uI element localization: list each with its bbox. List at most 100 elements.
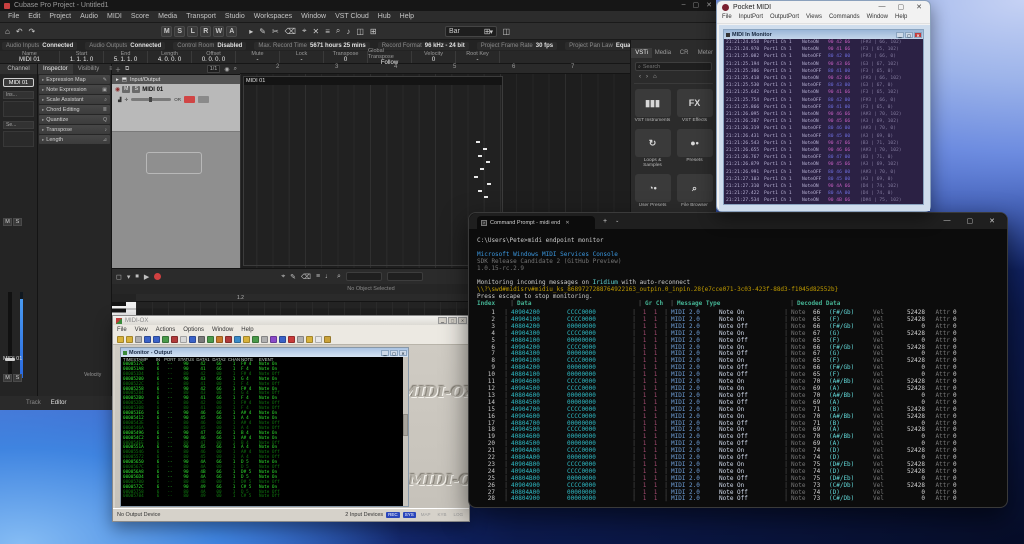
midiox-menu-item[interactable]: File — [117, 327, 127, 333]
toolbar-icon[interactable] — [189, 336, 196, 343]
media-tile[interactable]: ▮▮▮ VST Instruments — [635, 89, 671, 123]
toolbar-icon[interactable]: ⌂ — [5, 27, 10, 36]
tab-vsti[interactable]: VSTi — [631, 48, 652, 58]
length-select[interactable] — [387, 272, 423, 281]
tracklist-empty-area[interactable] — [112, 132, 240, 268]
window-control-icon[interactable]: – — [682, 1, 686, 9]
toolbar-icon[interactable] — [216, 336, 223, 343]
close-icon[interactable]: ✕ — [914, 32, 922, 38]
tab-media[interactable]: Media — [652, 48, 673, 58]
sends-slot[interactable]: Se... — [3, 121, 34, 129]
info-cell[interactable]: NameMIDI 01 — [0, 51, 60, 63]
tracklist-tool-icon[interactable]: ◉ — [224, 66, 229, 73]
info-cell[interactable]: Length4. 0. 0. 0 — [148, 51, 192, 63]
cubase-menu-item[interactable]: MIDI — [107, 13, 122, 20]
toolbar-icon[interactable] — [261, 336, 268, 343]
midiox-menu-item[interactable]: Options — [183, 327, 204, 333]
folder-track[interactable]: ▸⬒ Input/Output — [112, 75, 240, 84]
status-badge[interactable]: REC — [386, 512, 400, 518]
window-control-icon[interactable]: ✕ — [706, 1, 712, 9]
editor-tool-icon[interactable]: ▶ — [144, 273, 149, 281]
track-drop-zone[interactable] — [146, 152, 202, 174]
cubase-menu-item[interactable]: VST Cloud — [335, 13, 369, 20]
inspector-section[interactable]: ▸ Expression Map ✎ — [39, 75, 110, 84]
close-tab-icon[interactable]: ✕ — [565, 220, 569, 226]
media-tile[interactable]: ⌕ File Browser — [677, 174, 713, 208]
inserts-box[interactable] — [3, 101, 34, 117]
window-control-icon[interactable]: ▁ — [896, 32, 904, 38]
window-control-icon[interactable]: ▢ — [898, 3, 905, 11]
tool-icon[interactable]: ⌖ — [302, 26, 307, 36]
tool-icon[interactable]: ⊞ — [370, 27, 377, 36]
track-solo-button[interactable]: S — [132, 86, 140, 93]
solo-button[interactable]: S — [13, 374, 22, 382]
cubase-menu-item[interactable]: Score — [131, 13, 149, 20]
info-cell[interactable]: Offset0. 0. 0. 0 — [192, 51, 236, 63]
toolbar-icon[interactable] — [180, 336, 187, 343]
pocketmidi-titlebar[interactable]: Pocket MIDI —▢✕ — [717, 1, 930, 14]
media-tile[interactable]: FX VST Effects — [677, 89, 713, 123]
tool-icon[interactable]: ▸ — [249, 27, 253, 36]
toolbar-icon[interactable] — [126, 336, 133, 343]
pocketmidi-menu-item[interactable]: OutputPort — [770, 14, 799, 23]
toolbar-icon[interactable] — [135, 336, 142, 343]
toolbar-icon[interactable] — [252, 336, 259, 343]
cubase-window-controls[interactable]: –▢✕ — [682, 1, 712, 9]
new-tab-button[interactable]: + — [603, 218, 607, 225]
toolbar-icon[interactable] — [117, 336, 124, 343]
midiox-menu-item[interactable]: View — [135, 327, 148, 333]
tab-visibility[interactable]: Visibility — [73, 64, 105, 74]
monitor-titlebar[interactable]: Monitor - Output ▁▢✕ — [121, 348, 408, 357]
info-cell[interactable]: End5. 1. 1. 0 — [104, 51, 148, 63]
editor-tool-icon[interactable]: ⏹ — [135, 273, 139, 281]
channel-tab[interactable]: Channel — [0, 64, 37, 74]
tracklist-tool-icon[interactable]: ⌕ — [234, 66, 237, 73]
toolbar-icon[interactable] — [153, 336, 160, 343]
status-item[interactable]: Audio OutputsConnected — [85, 42, 165, 50]
editor-tool-icon[interactable]: ⌖ — [281, 273, 285, 281]
cubase-menu-item[interactable]: Transport — [186, 13, 216, 20]
toolbar-icon[interactable]: ⊞ — [484, 27, 491, 36]
window-control-icon[interactable]: ▢ — [905, 32, 913, 38]
info-cell[interactable]: Start1. 1. 1. 0 — [60, 51, 104, 63]
toolbar-icon[interactable] — [279, 336, 286, 343]
toolbar-icon[interactable] — [306, 336, 313, 343]
nav-icon[interactable]: › — [646, 74, 648, 80]
midiox-titlebar[interactable]: MIDI-OX ▁▢✕ — [113, 316, 469, 325]
solo-button[interactable]: S — [13, 218, 22, 226]
automation-state-button[interactable]: S — [174, 26, 185, 37]
media-tile[interactable]: ↻ Loops & Samples — [635, 129, 671, 168]
window-control-icon[interactable]: — — [879, 3, 886, 11]
window-control-icon[interactable]: ▢ — [448, 317, 457, 324]
automation-state-button[interactable]: W — [213, 26, 224, 37]
toolbar-icon[interactable] — [297, 336, 304, 343]
tab-inspector[interactable]: Inspector — [38, 64, 73, 74]
nav-icon[interactable]: ‹ — [639, 74, 641, 80]
toolbar-icon[interactable] — [270, 336, 277, 343]
media-tile[interactable]: ●• Presets — [677, 129, 713, 168]
window-control-icon[interactable]: ▢ — [390, 350, 398, 356]
pocketmidi-menu-item[interactable]: Help — [895, 14, 907, 23]
editor-tool-icon[interactable]: ♩ — [325, 273, 332, 280]
pocketmidi-menu-item[interactable]: InputPort — [739, 14, 763, 23]
scrollbar[interactable] — [403, 357, 408, 506]
tab-track[interactable]: Track — [26, 400, 41, 406]
toolbar-icon[interactable] — [144, 336, 151, 343]
status-badge[interactable]: SYS — [403, 512, 416, 518]
tab-dropdown-icon[interactable]: ⌄ — [615, 218, 619, 224]
record-arm-button[interactable] — [184, 96, 195, 103]
terminal-tab[interactable]: > Command Prompt - midi end ✕ — [477, 216, 595, 229]
cubase-menu-item[interactable]: Media — [158, 13, 177, 20]
info-cell[interactable]: Velocity0 — [412, 51, 456, 63]
editor-tool-icon[interactable]: ✎ — [290, 273, 296, 281]
midiox-menu-item[interactable]: Help — [241, 327, 253, 333]
project-ruler[interactable]: 234567 — [240, 64, 630, 74]
window-control-icon[interactable]: ▁ — [438, 317, 447, 324]
editor-tool-icon[interactable]: ◻ — [116, 273, 122, 281]
nav-icon[interactable]: ⌂ — [653, 74, 657, 80]
toolbar-icon[interactable] — [315, 336, 322, 343]
inspector-section[interactable]: ▸ Scale Assistant ⌕ — [39, 95, 110, 104]
tool-icon[interactable]: ≡ — [325, 27, 330, 36]
terminal-titlebar[interactable]: > Command Prompt - midi end ✕ + ⌄ —▢✕ — [469, 213, 1007, 229]
status-badge[interactable]: KYB — [435, 512, 448, 518]
